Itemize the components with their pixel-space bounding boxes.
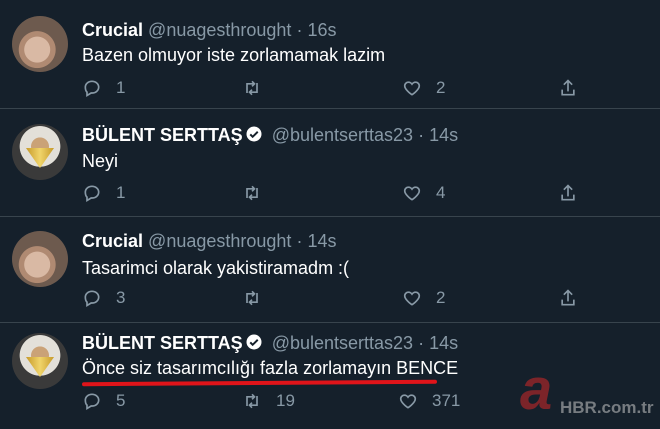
- tweet-actions: 1 2: [82, 78, 602, 102]
- tweet-text: Tasarimci olarak yakistiramadm :(: [82, 258, 350, 278]
- user-handle[interactable]: @bulentserttas23: [272, 333, 413, 353]
- timestamp[interactable]: 14s: [307, 231, 336, 251]
- tweet-text: Önce siz tasarımcılığı fazla zorlamayın …: [82, 358, 459, 378]
- share-button[interactable]: [558, 288, 578, 308]
- tweet-header: Crucial @nuagesthrought · 16s: [82, 20, 337, 41]
- retweet-count: 19: [276, 391, 295, 410]
- tweet-text: Bazen olmuyor iste zorlamamak lazim: [82, 45, 386, 65]
- reply-button[interactable]: 1: [82, 183, 125, 203]
- tweet-header: BÜLENT SERTTAŞ @bulentserttas23 · 14s: [82, 333, 458, 354]
- avatar[interactable]: [12, 333, 68, 389]
- avatar[interactable]: [12, 16, 68, 72]
- heart-icon: [399, 394, 417, 409]
- like-button[interactable]: 2: [402, 78, 445, 98]
- share-icon: [561, 289, 575, 306]
- watermark: a HBR.com.tr: [508, 356, 658, 428]
- timestamp[interactable]: 14s: [429, 333, 458, 353]
- verified-badge-icon: [246, 334, 262, 350]
- reply-count: 3: [116, 288, 126, 307]
- tweet-header: BÜLENT SERTTAŞ @bulentserttas23 · 14s: [82, 125, 458, 146]
- separator-dot: ·: [418, 333, 425, 353]
- display-name[interactable]: Crucial: [82, 20, 143, 40]
- tweet[interactable]: Crucial @nuagesthrought · 16s Bazen olmu…: [0, 0, 660, 108]
- reply-icon: [84, 80, 100, 97]
- reply-count: 5: [116, 391, 126, 410]
- share-icon: [561, 79, 575, 96]
- heart-icon: [403, 291, 421, 306]
- watermark-text: HBR.com.tr: [560, 398, 654, 417]
- like-count: 371: [432, 391, 461, 410]
- timestamp[interactable]: 16s: [307, 20, 336, 40]
- display-name[interactable]: BÜLENT SERTTAŞ: [82, 333, 243, 353]
- retweet-button[interactable]: [242, 183, 276, 203]
- tweet[interactable]: BÜLENT SERTTAŞ @bulentserttas23 · 14s Ne…: [0, 109, 660, 216]
- tweet[interactable]: Crucial @nuagesthrought · 14s Tasarimci …: [0, 217, 660, 322]
- like-button[interactable]: 371: [398, 391, 460, 411]
- reply-button[interactable]: 3: [82, 288, 125, 308]
- retweet-button[interactable]: [242, 78, 276, 98]
- user-handle[interactable]: @nuagesthrought: [148, 20, 291, 40]
- reply-icon: [84, 185, 100, 202]
- verified-badge-icon: [246, 126, 262, 142]
- tweet-text: Neyi: [82, 151, 119, 171]
- tweet-actions: 3 2: [82, 288, 602, 312]
- reply-count: 1: [116, 78, 126, 97]
- like-count: 4: [436, 183, 446, 202]
- share-button[interactable]: [558, 78, 578, 98]
- retweet-icon: [246, 185, 258, 201]
- avatar[interactable]: [12, 231, 68, 287]
- reply-count: 1: [116, 183, 126, 202]
- timestamp[interactable]: 14s: [429, 125, 458, 145]
- separator-dot: ·: [296, 20, 303, 40]
- like-button[interactable]: 2: [402, 288, 445, 308]
- retweet-button[interactable]: [242, 288, 276, 308]
- heart-icon: [403, 186, 421, 201]
- tweet-actions: 1 4: [82, 183, 602, 207]
- reply-button[interactable]: 5: [82, 391, 125, 411]
- user-handle[interactable]: @nuagesthrought: [148, 231, 291, 251]
- user-handle[interactable]: @bulentserttas23: [272, 125, 413, 145]
- watermark-logo: a: [520, 357, 553, 422]
- avatar[interactable]: [12, 124, 68, 180]
- share-button[interactable]: [558, 183, 578, 203]
- retweet-icon: [246, 80, 258, 96]
- heart-icon: [403, 81, 421, 96]
- like-button[interactable]: 4: [402, 183, 445, 203]
- display-name[interactable]: Crucial: [82, 231, 143, 251]
- retweet-icon: [246, 393, 258, 409]
- separator-dot: ·: [296, 231, 303, 251]
- retweet-button[interactable]: 19: [242, 391, 295, 411]
- like-count: 2: [436, 78, 446, 97]
- like-count: 2: [436, 288, 446, 307]
- tweet-header: Crucial @nuagesthrought · 14s: [82, 231, 337, 252]
- display-name[interactable]: BÜLENT SERTTAŞ: [82, 125, 243, 145]
- separator-dot: ·: [418, 125, 425, 145]
- reply-icon: [84, 290, 100, 307]
- share-icon: [561, 184, 575, 201]
- reply-icon: [84, 393, 100, 410]
- reply-button[interactable]: 1: [82, 78, 125, 98]
- retweet-icon: [246, 290, 258, 306]
